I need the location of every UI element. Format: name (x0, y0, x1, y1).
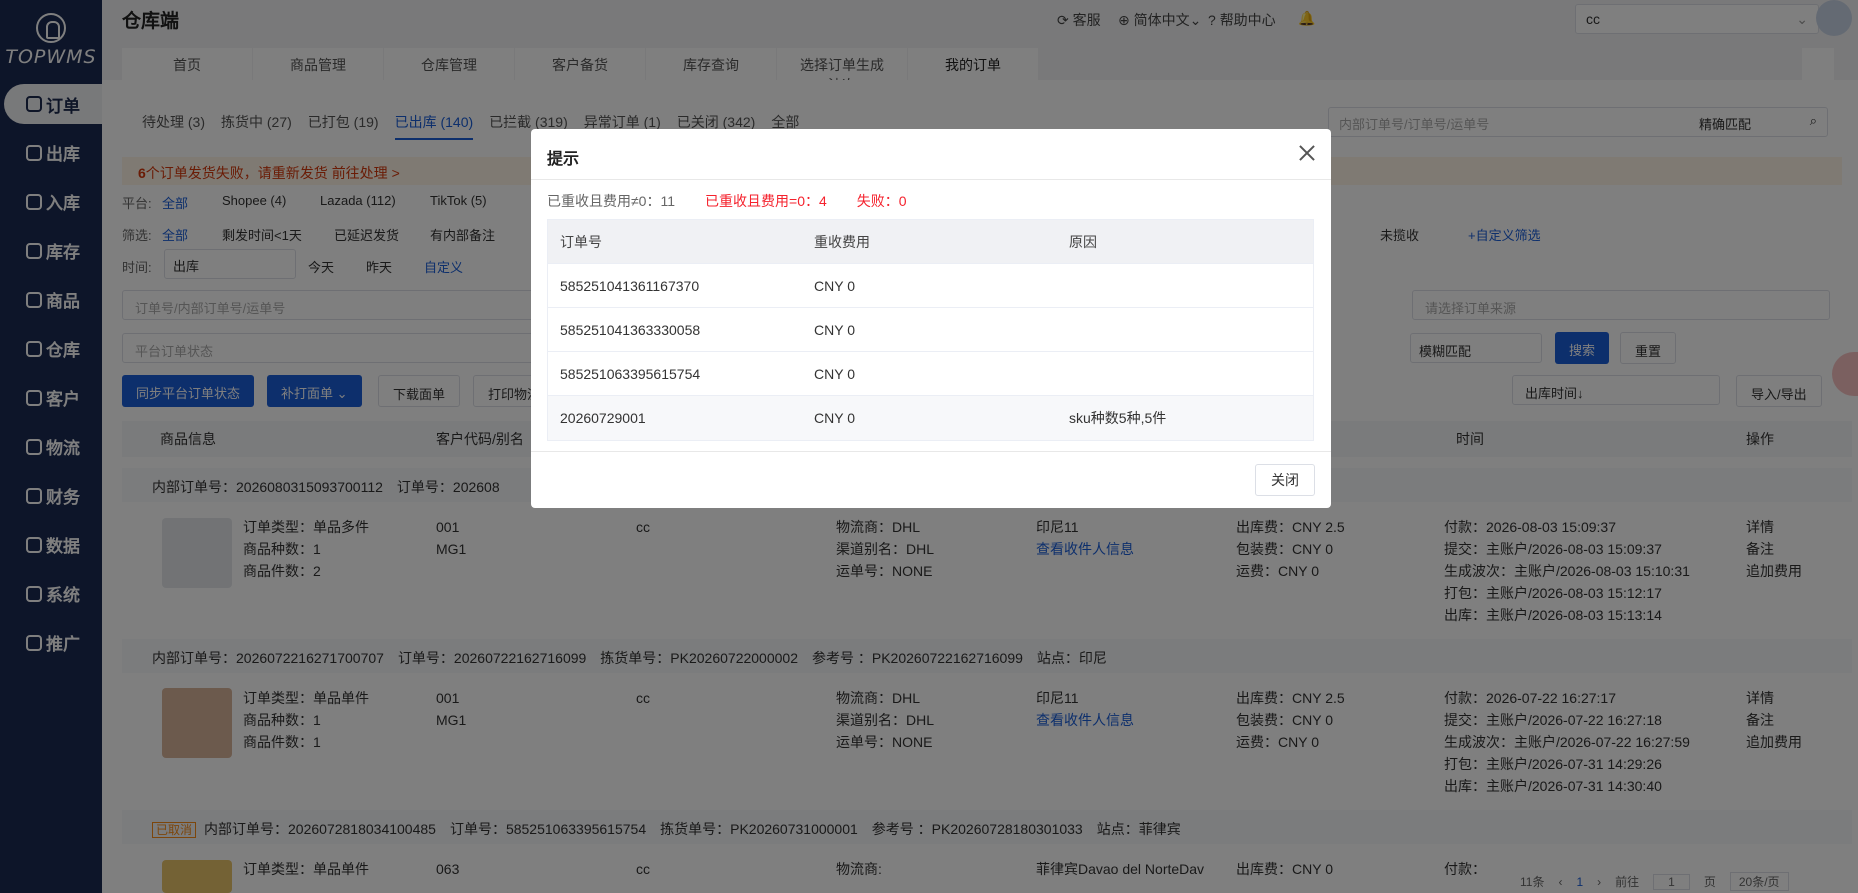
col-order-no: 订单号 (560, 233, 602, 250)
col-reason: 原因 (1069, 233, 1097, 250)
table-header-row: 订单号 重收费用 原因 (548, 220, 1313, 264)
fee-cell: CNY 0 (814, 365, 855, 382)
dialog-divider (531, 179, 1331, 180)
dialog-title: 提示 (547, 151, 580, 168)
dialog-footer-divider (531, 451, 1331, 452)
table-row: 585251041363330058 CNY 0 (548, 308, 1313, 352)
order-no-cell: 20260729001 (560, 410, 646, 426)
summary-zero: 已重收且费用=0：4 (705, 193, 827, 209)
col-fee: 重收费用 (814, 233, 870, 250)
order-no-cell: 585251041361167370 (560, 277, 700, 294)
result-dialog: 提示 已重收且费用≠0：11 已重收且费用=0：4 失败：0 订单号 重收费用 … (531, 129, 1331, 508)
table-body: 585251041361167370 CNY 0 58525104136333005… (548, 264, 1313, 440)
close-button[interactable]: 关闭 (1255, 464, 1315, 496)
reason-cell: sku种数5种,5件 (1069, 410, 1167, 426)
summary-nonzero: 已重收且费用≠0：11 (547, 193, 676, 209)
table-row: 585251063395615754 CNY 0 (548, 352, 1313, 396)
table-row: 585251041361167370 CNY 0 (548, 264, 1313, 308)
result-table: 订单号 重收费用 原因 585251041361167370 CNY 0 58525… (547, 219, 1314, 441)
summary-failed: 失败：0 (856, 193, 907, 209)
fee-cell: CNY 0 (814, 277, 855, 294)
order-no-cell: 585251041363330058 (560, 321, 701, 338)
dialog-summary: 已重收且费用≠0：11 已重收且费用=0：4 失败：0 (547, 191, 907, 211)
order-no-cell: 585251063395615754 (560, 365, 701, 382)
fee-cell: CNY 0 (814, 321, 855, 338)
fee-cell: CNY 0 (814, 410, 855, 426)
table-row: 20260729001 CNY 0 sku种数5种,5件 (548, 396, 1313, 440)
close-icon[interactable] (1297, 143, 1317, 163)
